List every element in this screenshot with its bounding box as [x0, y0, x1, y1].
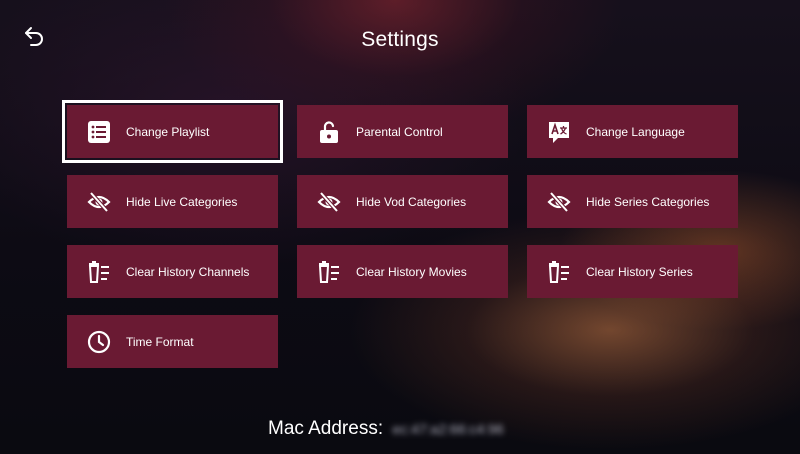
time-format-button[interactable]: Time Format: [67, 315, 278, 368]
page-title: Settings: [361, 28, 439, 51]
eye-off-icon: [317, 190, 341, 214]
tile-label: Change Playlist: [126, 124, 210, 139]
mac-address: Mac Address: ec:47:a2:66:c4:96: [268, 418, 504, 440]
settings-grid: Change Playlist Parental Control Change …: [62, 100, 739, 368]
clear-list-icon: [547, 260, 571, 284]
list-icon: [87, 120, 111, 144]
tile-label: Change Language: [586, 124, 685, 139]
lock-icon: [317, 120, 341, 144]
hide-series-categories-button[interactable]: Hide Series Categories: [527, 175, 738, 228]
tile-label: Hide Live Categories: [126, 194, 238, 209]
tile-label: Clear History Movies: [356, 264, 467, 279]
clear-history-series-button[interactable]: Clear History Series: [527, 245, 738, 298]
clock-icon: [87, 330, 111, 354]
clear-list-icon: [317, 260, 341, 284]
tile-label: Hide Series Categories: [586, 194, 710, 209]
tile-label: Parental Control: [356, 124, 443, 139]
change-playlist-button[interactable]: Change Playlist: [62, 100, 283, 163]
change-language-button[interactable]: Change Language: [527, 105, 738, 158]
tile-label: Clear History Channels: [126, 264, 250, 279]
clear-history-channels-button[interactable]: Clear History Channels: [67, 245, 278, 298]
tile-label: Time Format: [126, 334, 194, 349]
hide-live-categories-button[interactable]: Hide Live Categories: [67, 175, 278, 228]
eye-off-icon: [547, 190, 571, 214]
mac-address-value: ec:47:a2:66:c4:96: [392, 421, 504, 437]
clear-list-icon: [87, 260, 111, 284]
tile-label: Hide Vod Categories: [356, 194, 467, 209]
mac-address-label: Mac Address:: [268, 418, 384, 439]
translate-icon: [547, 120, 571, 144]
eye-off-icon: [87, 190, 111, 214]
clear-history-movies-button[interactable]: Clear History Movies: [297, 245, 508, 298]
hide-vod-categories-button[interactable]: Hide Vod Categories: [297, 175, 508, 228]
parental-control-button[interactable]: Parental Control: [297, 105, 508, 158]
tile-label: Clear History Series: [586, 264, 693, 279]
settings-screen: Settings Change Playlist Parental Contro…: [0, 0, 800, 454]
